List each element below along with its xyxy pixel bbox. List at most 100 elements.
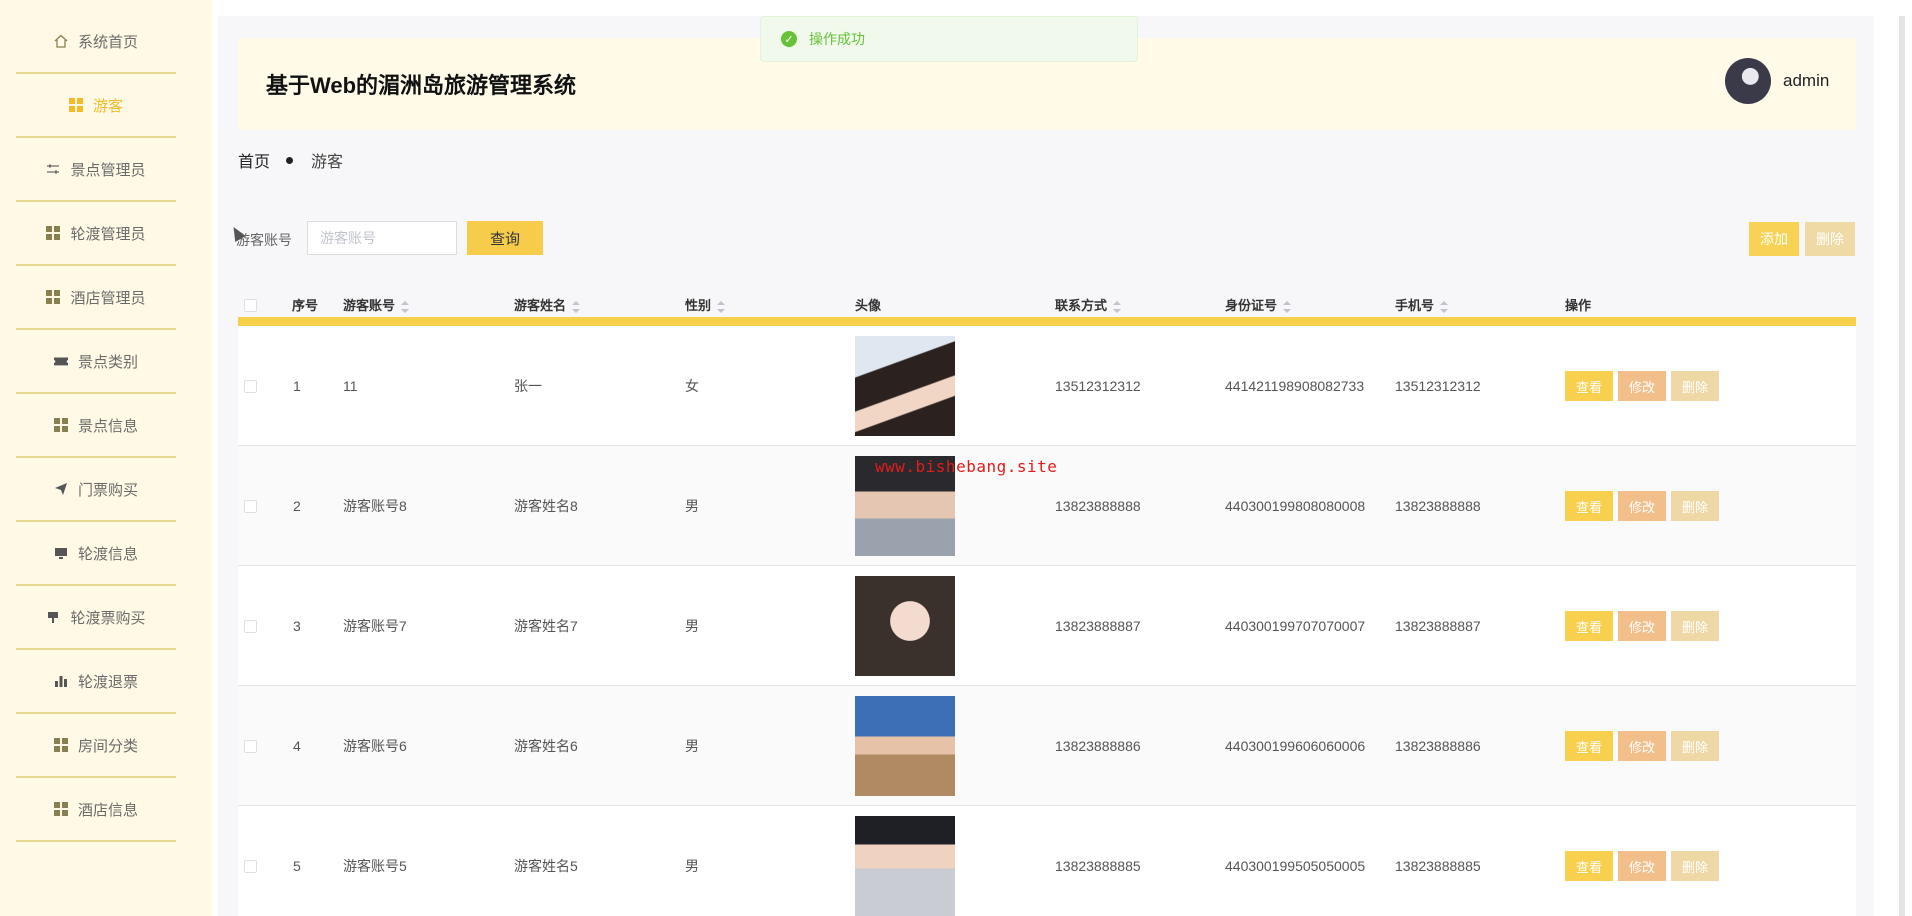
edit-button[interactable]: 修改 (1618, 851, 1666, 881)
watermark: www.bishebang.site (875, 457, 1058, 476)
sidebar-item-label: 门票购买 (77, 481, 138, 499)
select-all-checkbox[interactable] (244, 286, 257, 326)
ticket-icon (53, 354, 68, 368)
cell-contact: 13823888886 (1055, 738, 1141, 754)
sort-icon[interactable] (717, 300, 726, 313)
row-checkbox[interactable] (244, 806, 257, 916)
sidebar: 系统首页 游客 景点管理员 轮渡管理员 酒店管理员 景点类别 景点信息 门票购买 (0, 0, 212, 916)
sort-icon[interactable] (1113, 300, 1122, 313)
table-row: 3 游客账号7 游客姓名7 男 13823888887 440300199707… (238, 566, 1856, 686)
col-actions: 操作 (1565, 298, 1592, 313)
add-button[interactable]: 添加 (1749, 222, 1799, 256)
cell-id-card: 440300199707070007 (1225, 618, 1366, 634)
avatar-photo[interactable] (855, 576, 955, 676)
cell-avatar[interactable] (855, 686, 955, 806)
sidebar-item-scenic-category[interactable]: 景点类别 (16, 330, 176, 394)
delete-button[interactable]: 删除 (1671, 851, 1719, 881)
query-button[interactable]: 查询 (467, 221, 543, 255)
row-checkbox[interactable] (244, 446, 257, 566)
sidebar-item-label: 轮渡信息 (77, 545, 138, 563)
cell-contact: 13823888887 (1055, 618, 1141, 634)
cup-icon (46, 610, 60, 624)
cell-avatar[interactable] (855, 806, 955, 916)
cell-phone: 13823888885 (1395, 858, 1481, 874)
avatar-photo[interactable] (855, 336, 955, 436)
sidebar-item-home[interactable]: 系统首页 (16, 10, 176, 74)
cell-avatar[interactable] (855, 566, 955, 686)
delete-button[interactable]: 删除 (1671, 731, 1719, 761)
sidebar-item-label: 轮渡票购买 (70, 609, 146, 627)
batch-delete-button[interactable]: 删除 (1805, 222, 1855, 256)
sidebar-item-ferry-refund[interactable]: 轮渡退票 (16, 650, 176, 714)
check-circle-icon: ✓ (781, 31, 797, 47)
cell-actions: 查看 修改 删除 (1565, 686, 1724, 806)
view-button[interactable]: 查看 (1565, 731, 1613, 761)
sidebar-item-scenic-admin[interactable]: 景点管理员 (16, 138, 176, 202)
sort-icon[interactable] (401, 300, 410, 313)
table-body: 1 11 张一 女 13512312312 441421198908082733… (238, 326, 1856, 916)
view-button[interactable]: 查看 (1565, 371, 1613, 401)
cell-index: 3 (293, 618, 301, 634)
col-name[interactable]: 游客姓名 (514, 286, 581, 326)
view-button[interactable]: 查看 (1565, 851, 1613, 881)
cell-account: 游客账号5 (343, 858, 407, 874)
delete-button[interactable]: 删除 (1671, 371, 1719, 401)
grid-icon (53, 802, 68, 816)
cell-phone: 13823888887 (1395, 618, 1481, 634)
view-button[interactable]: 查看 (1565, 491, 1613, 521)
sidebar-item-label: 景点信息 (77, 417, 138, 435)
col-phone[interactable]: 手机号 (1395, 286, 1449, 326)
edit-button[interactable]: 修改 (1618, 371, 1666, 401)
cell-name: 游客姓名8 (514, 498, 578, 514)
edit-button[interactable]: 修改 (1618, 611, 1666, 641)
breadcrumb: 首页 游客 (238, 148, 343, 172)
sidebar-item-room-category[interactable]: 房间分类 (16, 714, 176, 778)
cell-contact: 13823888885 (1055, 858, 1141, 874)
sort-icon[interactable] (1440, 300, 1449, 313)
search-input[interactable] (307, 221, 457, 255)
sidebar-item-scenic-info[interactable]: 景点信息 (16, 394, 176, 458)
table-row: 5 游客账号5 游客姓名5 男 13823888885 440300199505… (238, 806, 1856, 916)
col-gender[interactable]: 性别 (685, 286, 726, 326)
avatar[interactable] (1725, 58, 1771, 104)
sidebar-item-hotel-admin[interactable]: 酒店管理员 (16, 266, 176, 330)
breadcrumb-home[interactable]: 首页 (238, 148, 270, 172)
cell-account: 游客账号6 (343, 738, 407, 754)
username[interactable]: admin (1783, 71, 1829, 91)
scrollbar[interactable] (1899, 16, 1905, 916)
cell-name: 游客姓名5 (514, 858, 578, 874)
sidebar-item-ferry-ticket-purchase[interactable]: 轮渡票购买 (16, 586, 176, 650)
sort-icon[interactable] (1283, 300, 1292, 313)
row-checkbox[interactable] (244, 326, 257, 446)
cell-actions: 查看 修改 删除 (1565, 806, 1724, 916)
row-checkbox[interactable] (244, 566, 257, 686)
view-button[interactable]: 查看 (1565, 611, 1613, 641)
bar-chart-icon (54, 674, 68, 688)
sidebar-item-ticket-purchase[interactable]: 门票购买 (16, 458, 176, 522)
edit-button[interactable]: 修改 (1618, 731, 1666, 761)
col-contact[interactable]: 联系方式 (1055, 286, 1122, 326)
col-id-card[interactable]: 身份证号 (1225, 286, 1292, 326)
avatar-photo[interactable] (855, 816, 955, 916)
sidebar-item-hotel-info[interactable]: 酒店信息 (16, 778, 176, 842)
table-row: 1 11 张一 女 13512312312 441421198908082733… (238, 326, 1856, 446)
sidebar-item-label: 房间分类 (77, 737, 138, 755)
row-checkbox[interactable] (244, 686, 257, 806)
cell-avatar[interactable] (855, 326, 955, 446)
sidebar-item-label: 酒店管理员 (70, 289, 146, 307)
sidebar-item-ferry-admin[interactable]: 轮渡管理员 (16, 202, 176, 266)
delete-button[interactable]: 删除 (1671, 611, 1719, 641)
avatar-photo[interactable] (855, 696, 955, 796)
sidebar-item-label: 景点管理员 (70, 161, 146, 179)
edit-button[interactable]: 修改 (1618, 491, 1666, 521)
sidebar-item-tourist[interactable]: 游客 (16, 74, 176, 138)
cell-actions: 查看 修改 删除 (1565, 446, 1724, 566)
table-row: 4 游客账号6 游客姓名6 男 13823888886 440300199606… (238, 686, 1856, 806)
col-avatar: 头像 (855, 298, 882, 313)
col-account[interactable]: 游客账号 (343, 286, 410, 326)
sort-icon[interactable] (572, 300, 581, 313)
cell-gender: 男 (685, 618, 699, 634)
sidebar-item-ferry-info[interactable]: 轮渡信息 (16, 522, 176, 586)
cell-contact: 13823888888 (1055, 498, 1141, 514)
delete-button[interactable]: 删除 (1671, 491, 1719, 521)
